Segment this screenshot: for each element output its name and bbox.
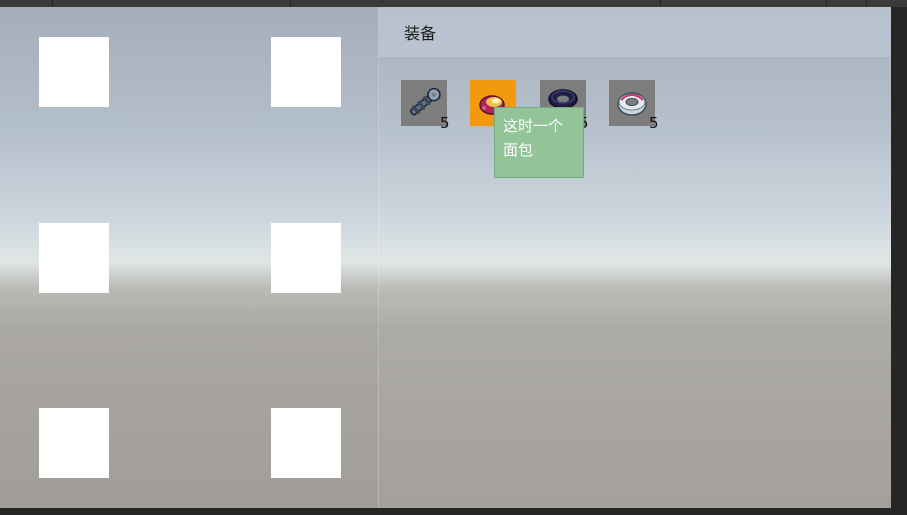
tooltip-line-1: 这时一个: [503, 117, 564, 135]
top-bar-divider: [52, 0, 53, 6]
top-bar-divider: [866, 0, 867, 6]
tooltip-line-2: 面包: [503, 141, 534, 159]
item-tooltip: 这时一个 面包: [494, 107, 584, 178]
equip-slot-right-2[interactable]: [271, 223, 341, 293]
game-viewport: 装备 5 5 这时一个 面包: [0, 7, 891, 508]
editor-bottom-edge: [0, 508, 907, 515]
inventory-header: 装备: [379, 7, 891, 57]
equip-slot-left-3[interactable]: [39, 408, 109, 478]
equip-slot-left-2[interactable]: [39, 223, 109, 293]
top-bar-divider: [290, 0, 291, 6]
inventory-title: 装备: [404, 24, 437, 43]
equip-slot-right-1[interactable]: [271, 37, 341, 107]
item-count-wrench: 5: [440, 114, 450, 132]
top-bar-divider: [660, 0, 661, 6]
wrench-icon: [409, 87, 441, 116]
top-bar-divider: [826, 0, 827, 6]
equip-slot-right-3[interactable]: [271, 408, 341, 478]
item-count-tape: 5: [649, 114, 659, 132]
tape-roll-icon: [617, 92, 647, 116]
editor-right-edge: [891, 7, 907, 508]
inventory-panel: 装备 5 5 这时一个 面包: [379, 7, 891, 508]
equip-slot-left-1[interactable]: [39, 37, 109, 107]
